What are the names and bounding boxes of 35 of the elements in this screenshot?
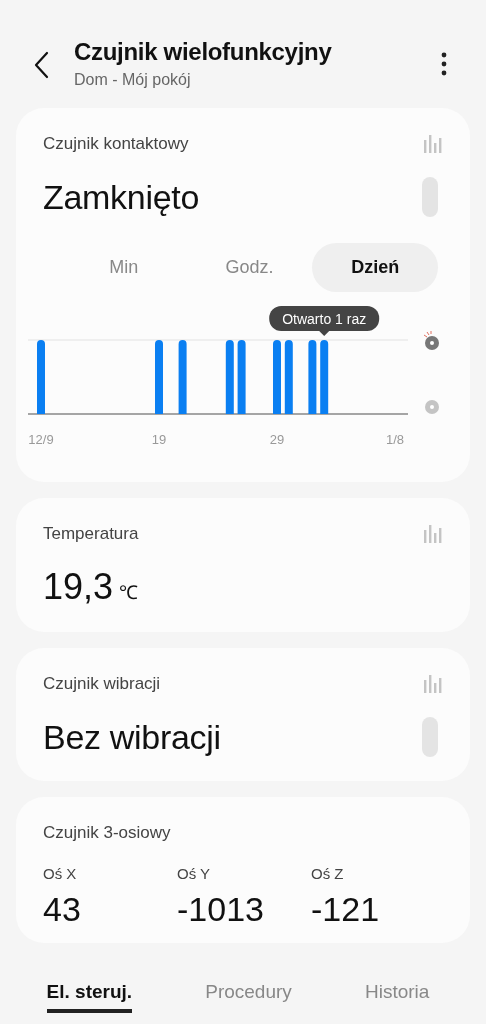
axis-value: -121 xyxy=(311,890,381,929)
chart-tooltip: Otwarto 1 raz xyxy=(269,306,380,336)
period-tab[interactable]: Godz. xyxy=(186,243,313,292)
sensor-value: Zamknięto xyxy=(43,178,200,217)
axis-tick-label: 29 xyxy=(269,432,285,447)
axis-tick-label: 12/9 xyxy=(28,432,54,447)
period-tab[interactable]: Dzień xyxy=(312,243,438,292)
period-tab[interactable]: Min xyxy=(61,243,187,292)
nav-tab[interactable]: Procedury xyxy=(205,981,292,1013)
sensor-value: Bez wibracji xyxy=(43,718,221,757)
axis-value: 43 xyxy=(43,890,82,929)
closed-state-icon xyxy=(425,400,439,414)
sensor-label: Czujnik wibracji xyxy=(43,674,161,694)
status-indicator xyxy=(422,717,438,757)
axis-value: -1013 xyxy=(177,890,265,929)
sensor-label: Czujnik 3-osiowy xyxy=(43,823,172,843)
graph-icon[interactable] xyxy=(423,674,443,694)
axis-tick-label: 19 xyxy=(151,432,167,447)
nav-tab[interactable]: El. steruj. xyxy=(46,981,133,1013)
axis-label: Oś Z xyxy=(311,865,345,882)
nav-tab[interactable]: Historia xyxy=(365,981,430,1013)
graph-icon[interactable] xyxy=(423,524,443,544)
status-indicator xyxy=(422,177,438,217)
screen-title: Czujnik wielofunkcyjny xyxy=(74,38,333,66)
temperature-value: 19,3 xyxy=(43,566,114,608)
location-subtitle: Dom - Mój pokój xyxy=(74,71,192,89)
axis-tick-label: 1/8 xyxy=(385,432,405,447)
sensor-label: Temperatura xyxy=(43,524,139,544)
temperature-unit: ℃ xyxy=(119,581,139,605)
axis-label: Oś X xyxy=(43,865,78,882)
axis-label: Oś Y xyxy=(177,865,212,882)
sensor-label: Czujnik kontaktowy xyxy=(43,134,189,154)
more-icon[interactable] xyxy=(440,52,448,76)
open-state-icon xyxy=(423,330,439,350)
graph-icon[interactable] xyxy=(423,134,443,154)
